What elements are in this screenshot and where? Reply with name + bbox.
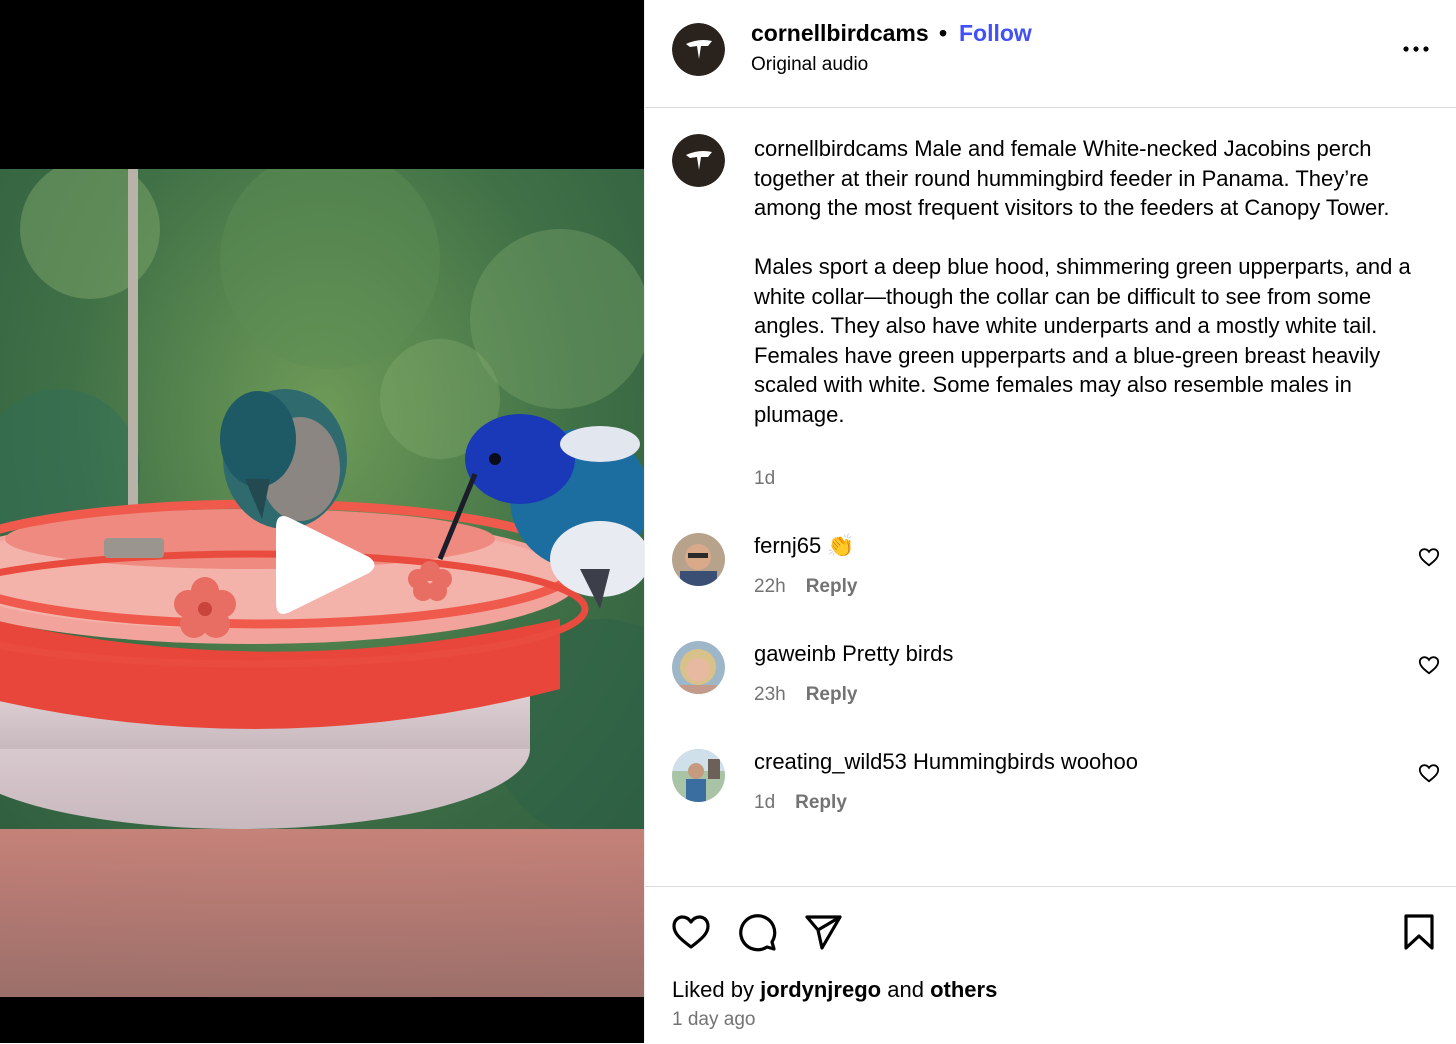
liked-by-prefix: Liked by	[672, 977, 754, 1002]
comment-username[interactable]: fernj65	[754, 533, 821, 558]
commenter-avatar[interactable]	[672, 749, 725, 802]
liked-by-user[interactable]: jordynjrego	[760, 977, 881, 1002]
author-avatar[interactable]	[672, 23, 725, 76]
commenter-avatar[interactable]	[672, 533, 725, 586]
comment-time: 1d	[754, 792, 776, 813]
follow-button[interactable]: Follow	[959, 20, 1032, 47]
reply-button[interactable]: Reply	[795, 792, 847, 813]
post-timestamp: 1 day ago	[672, 1009, 756, 1030]
liked-by-summary: Liked by jordynjrego and others	[672, 977, 997, 1003]
comment-button[interactable]	[736, 911, 778, 953]
liked-by-others[interactable]: others	[930, 977, 997, 1002]
comment-time: 22h	[754, 576, 786, 597]
like-button[interactable]	[670, 911, 712, 953]
comment-item: creating_wild53 Hummingbirds woohoo 1d Re…	[645, 749, 1456, 839]
caption-text: cornellbirdcams Male and female White-ne…	[754, 134, 1414, 459]
more-horizontal-icon	[1403, 46, 1429, 52]
comment-like-button[interactable]	[1418, 546, 1440, 568]
more-options-button[interactable]	[1401, 34, 1431, 64]
bookmark-icon	[1404, 914, 1434, 950]
comment-like-button[interactable]	[1418, 762, 1440, 784]
play-icon	[276, 515, 375, 615]
caption-username[interactable]: cornellbirdcams	[754, 136, 908, 161]
comment-username[interactable]: creating_wild53	[754, 749, 907, 774]
video-player[interactable]	[0, 0, 644, 1043]
comment-time: 23h	[754, 684, 786, 705]
comment-text: Hummingbirds woohoo	[913, 749, 1138, 774]
heart-icon	[672, 915, 710, 949]
liked-by-and: and	[887, 977, 924, 1002]
heart-icon	[1418, 656, 1440, 675]
send-icon	[805, 915, 842, 950]
commenter-avatar[interactable]	[672, 641, 725, 694]
caption-avatar[interactable]	[672, 134, 725, 187]
comment-username[interactable]: gaweinb	[754, 641, 836, 666]
caption-timestamp: 1d	[754, 468, 776, 489]
play-button[interactable]	[276, 512, 376, 618]
comment-item: fernj65 👏 22h Reply	[645, 533, 1456, 623]
heart-icon	[1418, 548, 1440, 567]
post-actions: Liked by jordynjrego and others 1 day ag…	[645, 886, 1456, 1044]
comment-item: gaweinb Pretty birds 23h Reply	[645, 641, 1456, 731]
reply-button[interactable]: Reply	[806, 576, 858, 597]
reply-button[interactable]: Reply	[806, 684, 858, 705]
author-username[interactable]: cornellbirdcams	[751, 20, 929, 47]
original-audio-link[interactable]: Original audio	[751, 54, 868, 76]
share-button[interactable]	[802, 911, 844, 953]
comment-text: 👏	[827, 533, 855, 558]
video-frame[interactable]	[0, 169, 644, 997]
caption-paragraph-2: Males sport a deep blue hood, shimmering…	[754, 254, 1411, 427]
post-panel: cornellbirdcams • Follow Original audio	[644, 0, 1456, 1043]
save-button[interactable]	[1398, 911, 1440, 953]
comment-like-button[interactable]	[1418, 654, 1440, 676]
comment-bubble-icon	[739, 914, 777, 952]
heart-icon	[1418, 764, 1440, 783]
separator-dot: •	[939, 20, 948, 46]
comment-text: Pretty birds	[842, 641, 954, 666]
post-header: cornellbirdcams • Follow Original audio	[645, 0, 1456, 108]
